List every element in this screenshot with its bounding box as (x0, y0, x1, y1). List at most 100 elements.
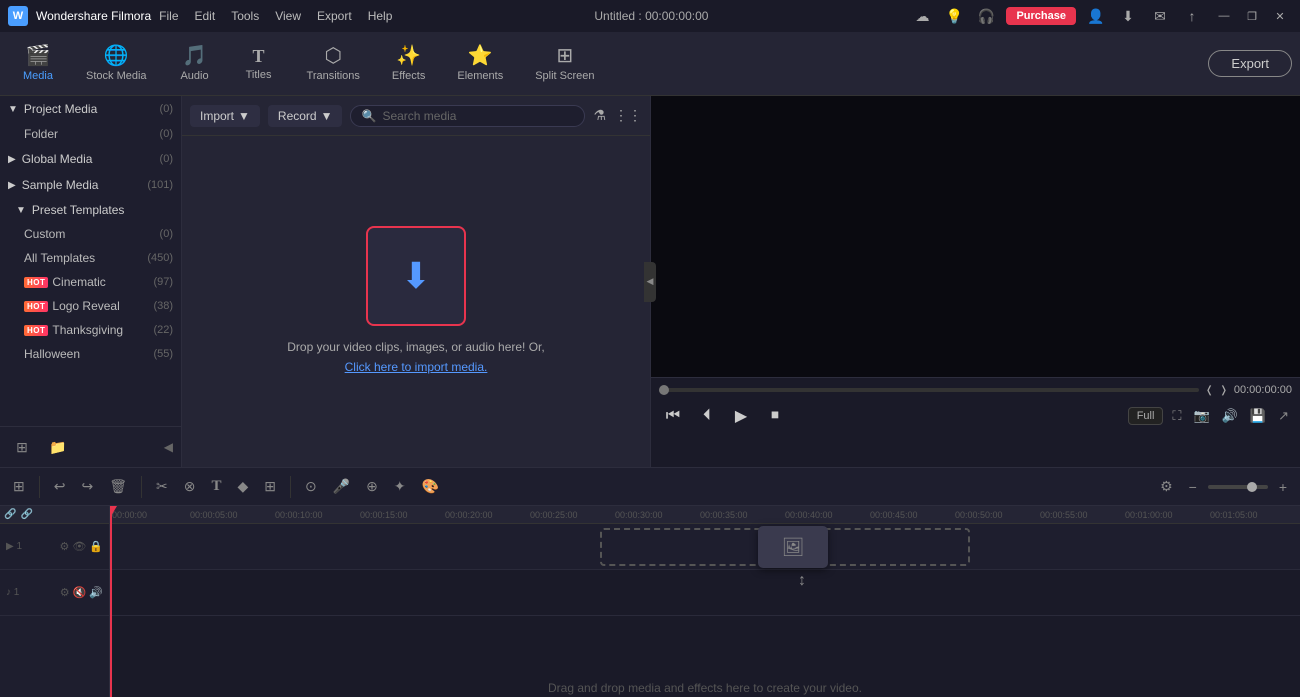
import-label: Import (200, 109, 234, 123)
bracket-out-icon[interactable]: ❭ (1219, 385, 1227, 396)
upgrade-icon[interactable]: ↑ (1180, 4, 1204, 28)
close-button[interactable]: ✕ (1268, 4, 1292, 28)
play-button[interactable]: ▶ (727, 402, 755, 430)
export-button[interactable]: Export (1208, 50, 1292, 77)
user-icon[interactable]: 👤 (1084, 4, 1108, 28)
step-backward-button[interactable]: ⏴ (693, 402, 721, 430)
ruler-tick-1: 00:00:05:00 (190, 510, 238, 520)
panel-collapse-handle[interactable]: ◀ (644, 262, 656, 302)
sidebar-preset-templates-label: Preset Templates (32, 203, 125, 217)
timeline-add-track-button[interactable]: ⊞ (8, 475, 30, 498)
sidebar-collapse-handle[interactable]: ◀ (164, 440, 173, 454)
record-label: Record (278, 109, 317, 123)
sidebar-item-cinematic[interactable]: HOT Cinematic (97) (0, 270, 181, 294)
headset-icon[interactable]: 🎧 (974, 4, 998, 28)
cut-button[interactable]: ✂ (151, 475, 173, 498)
search-box[interactable]: 🔍 (350, 105, 585, 127)
motion-track-button[interactable]: ⊙ (300, 475, 322, 498)
color-button[interactable]: 🎨 (417, 475, 444, 498)
bracket-in-icon[interactable]: ❬ (1205, 385, 1213, 396)
scrubber-thumb[interactable] (659, 385, 669, 395)
toolbar-media[interactable]: 🎬 Media (8, 40, 68, 88)
crop-button[interactable]: ⊗ (179, 475, 201, 498)
toolbar-audio[interactable]: 🎵 Audio (165, 40, 225, 88)
menu-file[interactable]: File (159, 9, 178, 23)
sidebar-item-folder[interactable]: Folder (0) (0, 122, 181, 146)
import-button[interactable]: Import ▼ (190, 105, 260, 127)
titlebar: W Wondershare Filmora File Edit Tools Vi… (0, 0, 1300, 32)
speed-button[interactable]: ⊞ (259, 475, 281, 498)
redo-button[interactable]: ↪ (76, 475, 98, 498)
sidebar-sample-media[interactable]: ▶ Sample Media (101) (0, 172, 181, 198)
sidebar-global-media[interactable]: ▶ Global Media (0) (0, 146, 181, 172)
notification-icon[interactable]: ✉ (1148, 4, 1172, 28)
sidebar-item-logo-reveal[interactable]: HOT Logo Reveal (38) (0, 294, 181, 318)
toolbar-transitions[interactable]: ⬡ Transitions (293, 40, 374, 88)
delete-button[interactable]: 🗑 (104, 475, 132, 498)
audio-track-mute-icon[interactable]: 🔇 (73, 586, 87, 599)
snapshot-button[interactable]: 📷 (1191, 405, 1213, 427)
window-controls: — ❐ ✕ (1212, 4, 1292, 28)
audio-detach-button[interactable]: 🎤 (328, 475, 355, 498)
zoom-in-button[interactable]: + (1274, 476, 1292, 498)
toolbar-split-screen[interactable]: ⊞ Split Screen (521, 40, 608, 88)
download-icon[interactable]: ⬇ (1116, 4, 1140, 28)
resolution-dropdown[interactable]: Full (1128, 407, 1164, 425)
zoom-slider[interactable] (1208, 485, 1268, 489)
text-button[interactable]: T (206, 475, 226, 498)
cloud-icon[interactable]: ☁ (910, 4, 934, 28)
app-logo: W (8, 6, 28, 26)
timeline-options-button[interactable]: ⚙ (1155, 475, 1178, 498)
search-input[interactable] (382, 109, 574, 123)
sidebar-project-media[interactable]: ▼ Project Media (0) (0, 96, 181, 122)
external-preview-button[interactable]: ↗ (1275, 405, 1292, 427)
menu-view[interactable]: View (275, 9, 301, 23)
video-clip-thumbnail[interactable]: 🖼 (758, 526, 828, 568)
skip-backward-button[interactable]: ⏮ (659, 402, 687, 430)
bulb-icon[interactable]: 💡 (942, 4, 966, 28)
sidebar-preset-templates[interactable]: ▼ Preset Templates (0, 198, 181, 222)
filter-icon[interactable]: ⚗ (593, 107, 606, 124)
create-folder-button[interactable]: 📁 (44, 433, 72, 461)
sidebar-item-thanksgiving[interactable]: HOT Thanksgiving (22) (0, 318, 181, 342)
record-button[interactable]: Record ▼ (268, 105, 343, 127)
import-drop-box[interactable]: ⬇ (366, 226, 466, 326)
save-frame-button[interactable]: 💾 (1247, 405, 1269, 427)
track-link-button[interactable]: 🔗 (4, 509, 16, 520)
sidebar-item-custom[interactable]: Custom (0) (0, 222, 181, 246)
video-track-eye-icon[interactable]: 👁 (72, 540, 86, 553)
menu-edit[interactable]: Edit (195, 9, 216, 23)
zoom-out-button[interactable]: − (1184, 476, 1202, 498)
track-magnet-button[interactable]: 🔗 (20, 509, 32, 520)
volume-button[interactable]: 🔊 (1219, 405, 1241, 427)
minimize-button[interactable]: — (1212, 4, 1236, 28)
add-media-folder-button[interactable]: ⊞ (8, 433, 36, 461)
timeline-settings-button[interactable]: ⊕ (361, 475, 383, 498)
toolbar-elements[interactable]: ⭐ Elements (443, 40, 517, 88)
toolbar-stock-media[interactable]: 🌐 Stock Media (72, 40, 161, 88)
toolbar-effects[interactable]: ✨ Effects (378, 40, 439, 88)
toolbar-elements-label: Elements (457, 70, 503, 82)
sidebar-item-halloween[interactable]: Halloween (55) (0, 342, 181, 366)
undo-button[interactable]: ↩ (49, 475, 71, 498)
video-track-content[interactable]: 🖼 ↕ (110, 524, 1300, 570)
maximize-button[interactable]: ❐ (1240, 4, 1264, 28)
audio-track-content[interactable] (110, 570, 1300, 616)
grid-icon[interactable]: ⋮⋮ (614, 107, 642, 124)
video-track-lock-icon[interactable]: 🔒 (89, 540, 103, 553)
stop-button[interactable]: ⏹ (761, 402, 789, 430)
purchase-button[interactable]: Purchase (1006, 7, 1076, 25)
scrubber-track[interactable] (659, 388, 1199, 392)
ai-button[interactable]: ✦ (389, 475, 411, 498)
sidebar-item-all-templates[interactable]: All Templates (450) (0, 246, 181, 270)
audio-track-settings-icon[interactable]: ⚙ (60, 586, 70, 599)
video-track-settings-icon[interactable]: ⚙ (59, 540, 69, 553)
menu-export[interactable]: Export (317, 9, 352, 23)
toolbar-titles[interactable]: T Titles (229, 41, 289, 87)
fullscreen-button[interactable]: ⛶ (1169, 405, 1184, 427)
menu-tools[interactable]: Tools (231, 9, 259, 23)
import-link[interactable]: Click here to import media. (345, 360, 488, 374)
keyframe-button[interactable]: ◆ (232, 475, 253, 498)
audio-track-volume-icon[interactable]: 🔊 (89, 586, 103, 599)
menu-help[interactable]: Help (368, 9, 393, 23)
